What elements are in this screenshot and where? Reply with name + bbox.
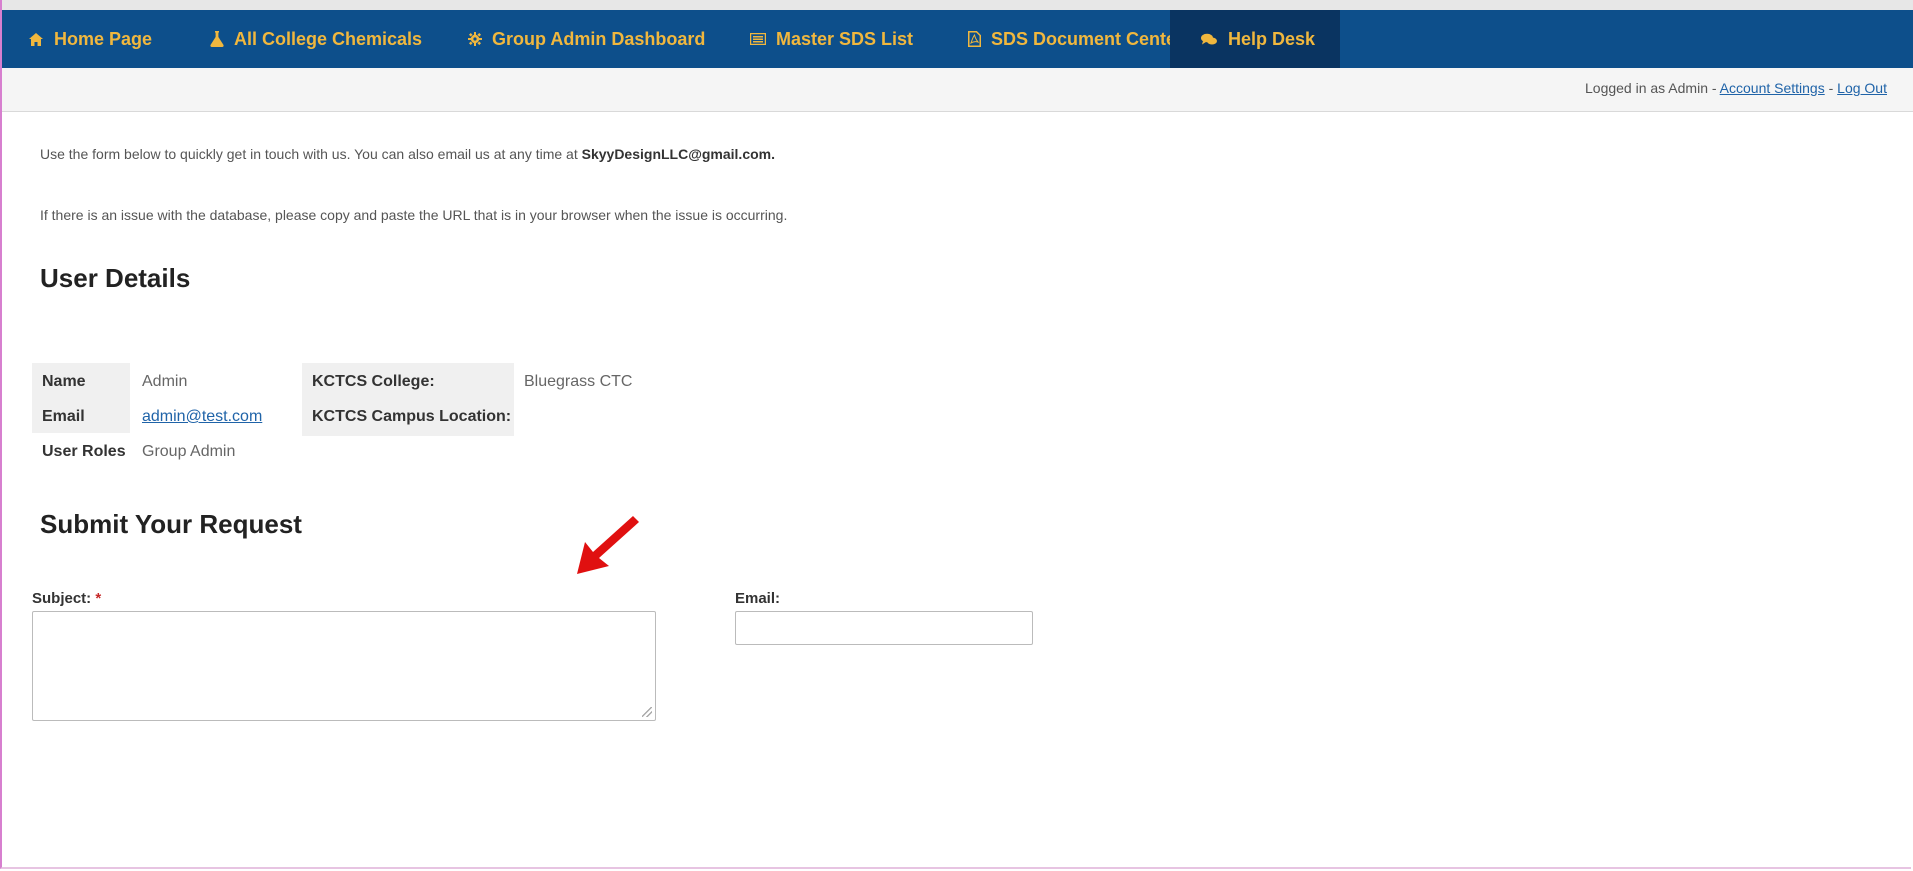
campus-label: KCTCS Campus Location:: [302, 398, 514, 436]
roles-value: Group Admin: [142, 443, 236, 460]
college-value: Bluegrass CTC: [524, 373, 633, 390]
chat-icon: [1200, 30, 1218, 48]
nav-home-page[interactable]: Home Page: [2, 10, 152, 68]
nav-sds-document-center[interactable]: SDS Document Center: [910, 10, 1183, 68]
intro-line1: Use the form below to quickly get in tou…: [40, 146, 582, 162]
nav-home-page-label: Home Page: [53, 28, 152, 49]
pdf-icon: [968, 30, 981, 48]
login-status: Logged in as Admin - Account Settings - …: [1585, 80, 1887, 96]
user-email-link[interactable]: admin@test.com: [142, 408, 262, 426]
required-marker: *: [95, 590, 102, 607]
intro-contact-text: Use the form below to quickly get in tou…: [40, 146, 775, 162]
logged-in-text: Logged in as Admin -: [1585, 80, 1720, 96]
nav-master-sds-list-label: Master SDS List: [776, 28, 914, 49]
roles-label: User Roles: [32, 433, 130, 471]
email-value: admin@test.com: [132, 398, 302, 436]
nav-all-college-chemicals[interactable]: All College Chemicals: [152, 10, 422, 68]
nav-sds-document-center-label: SDS Document Center: [991, 28, 1184, 49]
nav-help-desk[interactable]: Help Desk: [1170, 10, 1340, 68]
resize-handle-icon[interactable]: [642, 707, 652, 717]
list-icon: [750, 30, 766, 48]
contact-email: SkyyDesignLLC@gmail.com.: [581, 146, 775, 162]
nav-help-desk-label: Help Desk: [1228, 28, 1316, 49]
red-arrow-icon: [577, 516, 639, 574]
college-label: KCTCS College:: [302, 363, 514, 401]
account-settings-link[interactable]: Account Settings: [1720, 80, 1825, 96]
name-value: Admin: [142, 373, 188, 390]
nav-master-sds-list[interactable]: Master SDS List: [698, 10, 914, 68]
subject-label-text: Subject:: [32, 590, 92, 607]
nav-group-admin-dashboard-label: Group Admin Dashboard: [492, 28, 706, 49]
campus-value: [514, 398, 714, 436]
subject-label: Subject: *: [32, 590, 101, 607]
flask-icon: [210, 30, 224, 48]
name-label: Name: [32, 363, 130, 401]
email-label: Email: [32, 398, 130, 436]
user-details-heading: User Details: [40, 263, 191, 293]
account-bar: Logged in as Admin - Account Settings - …: [2, 68, 1913, 112]
subject-textarea[interactable]: [32, 611, 656, 721]
home-icon: [28, 30, 44, 48]
separator-text: -: [1824, 80, 1838, 96]
log-out-link[interactable]: Log Out: [1837, 80, 1887, 96]
intro-issue-text: If there is an issue with the database, …: [40, 207, 788, 223]
email-field-label: Email:: [735, 590, 781, 607]
submit-request-heading: Submit Your Request: [40, 509, 302, 539]
gear-icon: [468, 30, 482, 48]
nav-group-admin-dashboard[interactable]: Group Admin Dashboard: [412, 10, 705, 68]
nav-all-college-chemicals-label: All College Chemicals: [234, 28, 423, 49]
email-field[interactable]: [735, 611, 1033, 645]
top-nav: Home Page All College Chemicals Group Ad…: [2, 0, 1913, 68]
